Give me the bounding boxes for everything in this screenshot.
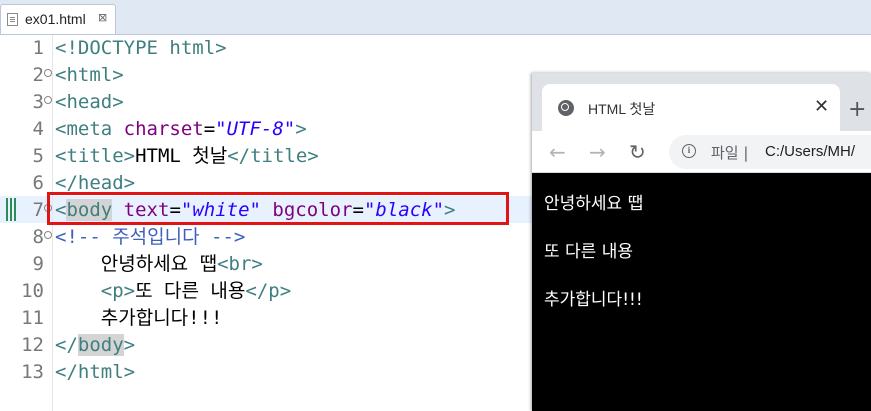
code-line: </body> [55,332,135,359]
line-number: 11 [21,307,44,329]
info-icon[interactable]: i [682,144,696,158]
code-token: HTML 첫날 [135,145,228,167]
code-token: </html> [55,361,136,383]
fold-toggle-icon[interactable] [44,69,52,77]
code-token: 또 다른 내용 [135,280,246,302]
code-line: </html> [55,359,135,386]
code-token: "UTF-8" [215,118,296,140]
globe-icon [558,100,574,116]
code-token: </ [55,334,78,356]
code-token: <meta [55,118,124,140]
line-number: 8 [32,226,44,248]
code-token: > [295,118,307,140]
code-line: 추가합니다!!! [55,305,223,332]
line-number: 10 [21,280,44,302]
code-token: <head> [55,91,124,113]
line-number: 13 [21,361,44,383]
browser-tab-strip: HTML 첫날 ✕ + [532,73,871,131]
code-token: <html> [55,64,124,86]
content-paragraph: 또 다른 내용 [544,242,634,262]
code-line: <head> [55,89,124,116]
editor-tab[interactable]: ex01.html ⊠ [0,4,116,34]
html-file-icon [7,13,18,26]
page-content: 안녕하세요 땝 또 다른 내용 추가합니다!!! [532,173,871,411]
code-line: <html> [55,62,124,89]
back-arrow-icon[interactable]: ← [549,140,566,164]
line-number: 5 [32,145,44,167]
line-number: 4 [32,118,44,140]
close-icon[interactable]: ✕ [814,96,829,117]
browser-window: HTML 첫날 ✕ + ← → ↻ i 파일 | C:/Users/MH/ 안녕… [532,73,871,411]
code-token: </title> [227,145,319,167]
line-number: 2 [32,64,44,86]
code-token: > [123,334,136,356]
code-token: <!-- 주석입니다 --> [55,226,246,248]
code-token: <!DOCTYPE html> [55,37,227,59]
code-token: charset [123,118,204,140]
line-number: 7 [32,199,44,221]
line-number: 9 [32,253,44,275]
close-tab-icon[interactable]: ⊠ [98,11,107,24]
code-token: body [77,334,124,356]
line-number: 1 [32,37,44,59]
content-text-1: 안녕하세요 땝 [544,194,644,214]
code-token: 안녕하세요 땝 [55,253,218,275]
code-line: <p>또 다른 내용</p> [55,278,291,305]
line-number: 6 [32,172,44,194]
new-tab-button[interactable]: + [848,97,866,122]
code-token: <br> [217,253,263,275]
editor-tab-bar: ex01.html ⊠ [0,0,871,35]
code-token: </p> [245,280,292,302]
code-token: <title> [55,145,136,167]
address-text[interactable]: C:/Users/MH/ [765,143,855,160]
code-line: <!-- 주석입니다 --> [55,224,245,251]
code-token: = [203,118,216,140]
address-bar[interactable]: i 파일 | C:/Users/MH/ [669,135,871,169]
editor-tab-label: ex01.html [25,11,86,27]
fold-toggle-icon[interactable] [44,231,52,239]
code-token: <p> [100,280,136,302]
content-text-2: 추가합니다!!! [544,290,643,310]
browser-toolbar: ← → ↻ i 파일 | C:/Users/MH/ [532,131,871,173]
browser-tab[interactable]: HTML 첫날 ✕ [542,84,840,131]
code-token: </head> [55,172,136,194]
code-line: <title>HTML 첫날</title> [55,143,319,170]
fold-toggle-icon[interactable] [44,96,52,104]
scheme-label: 파일 | [711,144,749,162]
line-number: 12 [21,334,44,356]
reload-icon[interactable]: ↻ [629,140,646,164]
line-number: 3 [32,91,44,113]
code-line: <meta charset="UTF-8"> [55,116,307,143]
forward-arrow-icon[interactable]: → [589,140,606,164]
browser-tab-title: HTML 첫날 [588,101,656,117]
code-token: 추가합니다!!! [55,307,223,329]
annotation-highlight-box [47,192,509,225]
code-line: 안녕하세요 땝<br> [55,251,263,278]
code-line: <!DOCTYPE html> [55,35,227,62]
